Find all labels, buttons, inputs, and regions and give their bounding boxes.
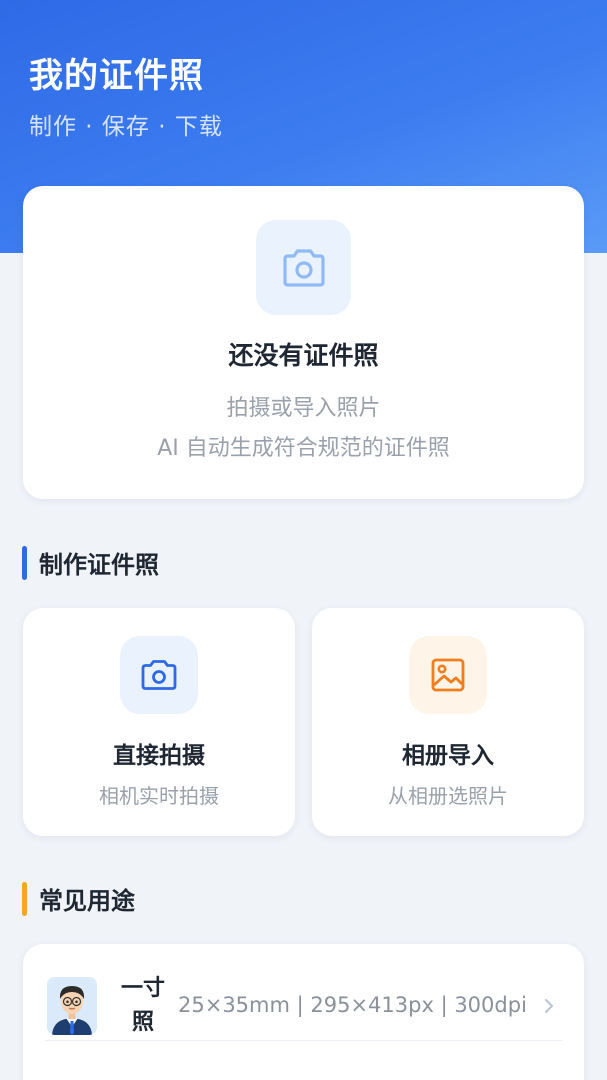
take-photo-button[interactable]: 直接拍摄 相机实时拍摄 (23, 608, 295, 836)
section-title-text: 制作证件照 (39, 551, 159, 579)
use-spec: 25×35mm | 295×413px | 300dpi (178, 993, 527, 1017)
page-subtitle: 制作 · 保存 · 下载 (29, 114, 223, 140)
take-photo-desc: 相机实时拍摄 (99, 784, 219, 808)
import-album-icon-box (409, 636, 487, 714)
section-accent-bar (22, 545, 27, 580)
empty-state-desc-line1: 拍摄或导入照片 (226, 396, 381, 421)
camera-icon (141, 660, 177, 690)
empty-state-desc-line2: AI 自动生成符合规范的证件照 (157, 436, 450, 461)
row-divider (45, 1040, 562, 1041)
section-accent-bar (22, 881, 27, 916)
import-album-desc: 从相册选照片 (388, 784, 508, 808)
import-album-title: 相册导入 (402, 743, 494, 769)
take-photo-icon-box (120, 636, 198, 714)
use-name-line2: 照 (131, 1010, 154, 1035)
section-title-text: 常见用途 (39, 887, 135, 915)
use-name-line1: 一寸 (120, 976, 165, 1001)
empty-state-icon-box (256, 220, 351, 315)
take-photo-title: 直接拍摄 (113, 743, 205, 769)
uses-list-card: 一寸 照 25×35mm | 295×413px | 300dpi (23, 944, 584, 1080)
page-title: 我的证件照 (29, 56, 204, 96)
empty-state-title: 还没有证件照 (228, 341, 379, 370)
empty-state-card: 还没有证件照 拍摄或导入照片 AI 自动生成符合规范的证件照 (23, 186, 584, 499)
list-item[interactable]: 一寸 照 25×35mm | 295×413px | 300dpi (23, 944, 584, 1068)
section-title-make: 制作证件照 (22, 545, 159, 580)
avatar-icon (47, 977, 97, 1035)
use-name: 一寸 照 (111, 972, 175, 1040)
camera-icon (282, 248, 325, 287)
image-icon (431, 658, 465, 692)
chevron-right-icon (545, 999, 553, 1013)
import-album-button[interactable]: 相册导入 从相册选照片 (312, 608, 584, 836)
section-title-uses: 常见用途 (22, 881, 135, 916)
